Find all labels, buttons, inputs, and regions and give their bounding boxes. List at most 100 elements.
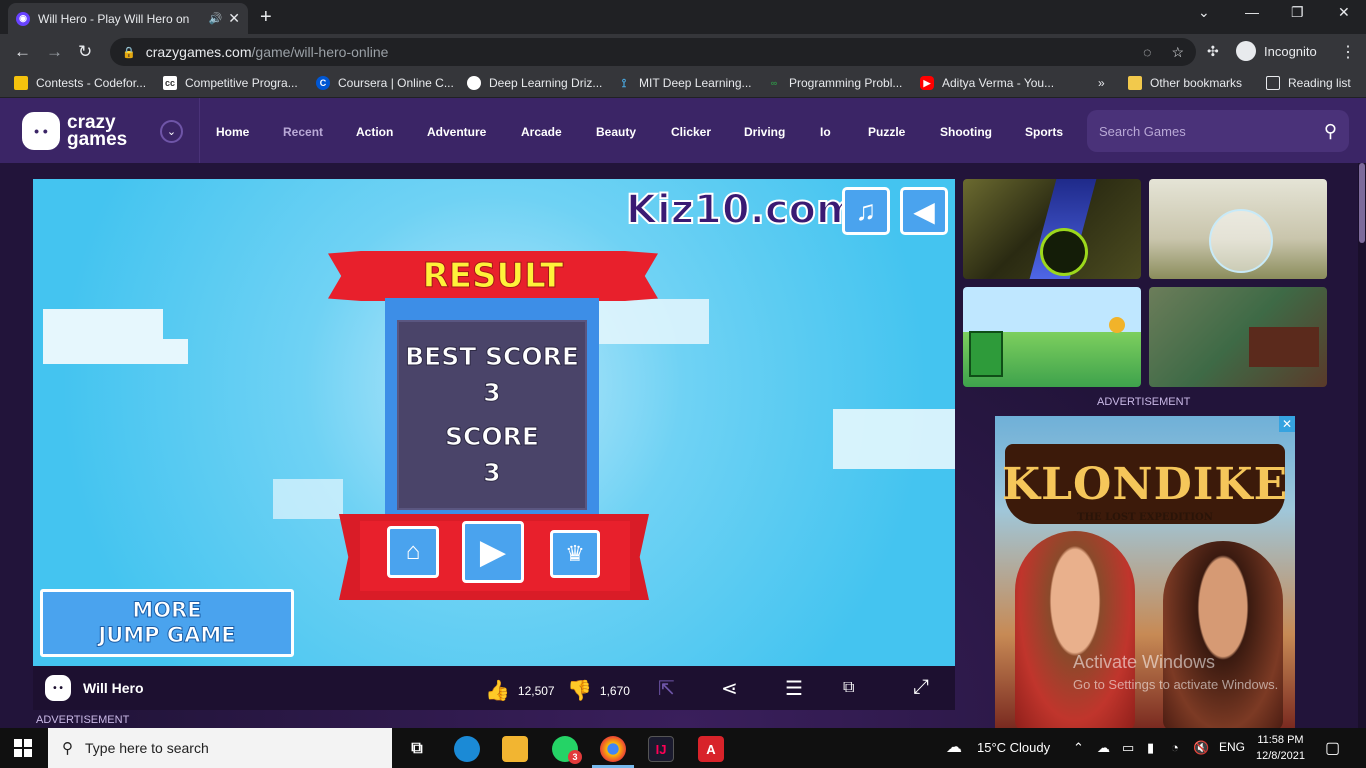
taskbar-search-input[interactable]: ⚲ Type here to search	[48, 728, 392, 768]
bookmark-coursera[interactable]: C Coursera | Online C...	[316, 76, 454, 90]
bookmark-youtube[interactable]: ▶ Aditya Verma - You...	[920, 76, 1054, 90]
bookmark-gfg[interactable]: ∞ Programming Probl...	[767, 76, 903, 90]
bookmark-deep-learning[interactable]: Deep Learning Driz...	[467, 76, 602, 90]
restore-button[interactable]: ❐	[1291, 4, 1304, 21]
nav-beauty[interactable]: Beauty	[596, 125, 636, 139]
file-explorer-icon[interactable]	[502, 736, 528, 762]
other-bookmarks[interactable]: Other bookmarks	[1128, 76, 1242, 90]
star-icon[interactable]: ☆	[1171, 44, 1184, 61]
fullscreen-icon[interactable]: ⤢	[913, 676, 929, 699]
extensions-puzzle-icon[interactable]: ✣	[1207, 43, 1219, 60]
nav-puzzle[interactable]: Puzzle	[868, 125, 905, 139]
header-divider	[199, 98, 200, 163]
like-button[interactable]: 👍 12,507	[485, 678, 555, 703]
tab-search-chevron-icon[interactable]: ⌄	[1198, 4, 1210, 21]
activate-windows-text: Go to Settings to activate Windows.	[1073, 677, 1279, 692]
minimize-button[interactable]: —	[1245, 4, 1259, 20]
close-icon[interactable]: ✕	[228, 10, 240, 27]
chevron-up-icon[interactable]: ⌃	[1073, 740, 1084, 756]
nav-io[interactable]: Io	[820, 125, 831, 139]
incognito-indicator[interactable]: Incognito	[1236, 41, 1317, 61]
bookmark-competitive[interactable]: cc Competitive Progra...	[163, 76, 298, 90]
windows-start-icon[interactable]	[14, 739, 32, 757]
taskbar-search-placeholder: Type here to search	[85, 740, 209, 756]
share-icon[interactable]: ⋖	[721, 676, 738, 701]
chevron-down-icon[interactable]: ⌄	[160, 120, 183, 143]
wifi-icon[interactable]: ◔	[1171, 740, 1179, 755]
reading-list[interactable]: Reading list	[1266, 76, 1351, 90]
cc-icon: cc	[163, 76, 177, 90]
incognito-label: Incognito	[1264, 43, 1317, 59]
nav-home[interactable]: Home	[216, 125, 249, 139]
sound-button[interactable]: ◀	[900, 187, 948, 235]
browser-tab[interactable]: ◉ Will Hero - Play Will Hero on 🔊 ✕	[8, 3, 248, 34]
game-title: Will Hero	[83, 680, 144, 696]
theater-mode-icon[interactable]: ⧉	[843, 679, 854, 697]
nav-recent[interactable]: Recent	[283, 125, 323, 139]
volume-mute-icon[interactable]: 🔇	[1193, 740, 1209, 756]
nav-sports[interactable]: Sports	[1025, 125, 1063, 139]
link-icon[interactable]: ⇱	[658, 676, 675, 701]
game-thumbnail[interactable]	[963, 179, 1141, 279]
music-note-icon: ♫	[855, 195, 877, 226]
search-icon[interactable]: ⚲	[1324, 121, 1337, 142]
chrome-icon[interactable]	[600, 736, 626, 762]
search-input[interactable]: Search Games ⚲	[1087, 110, 1349, 152]
acrobat-icon[interactable]: A	[698, 736, 724, 762]
nav-action[interactable]: Action	[356, 125, 393, 139]
reload-button[interactable]: ↻	[78, 42, 92, 62]
bookmarks-overflow-icon[interactable]: »	[1098, 76, 1105, 90]
home-button[interactable]: ⌂	[387, 526, 439, 578]
game-canvas[interactable]: Kiz10.com ♫ ◀ RESULT BEST SCORE 3 SCORE …	[33, 179, 955, 666]
nav-clicker[interactable]: Clicker	[671, 125, 711, 139]
menu-icon[interactable]: ☰	[785, 676, 803, 701]
device-icon[interactable]: ▭	[1122, 740, 1134, 756]
onedrive-icon[interactable]: ☁	[1097, 740, 1110, 756]
new-tab-button[interactable]: +	[260, 6, 272, 29]
nav-arcade[interactable]: Arcade	[521, 125, 562, 139]
game-thumbnail[interactable]	[963, 287, 1141, 387]
ad-close-icon[interactable]: ✕	[1279, 416, 1295, 432]
back-button[interactable]: ←	[14, 42, 31, 62]
bookmark-codeforces[interactable]: Contests - Codefor...	[14, 76, 146, 90]
more-jump-game-button[interactable]: MORE JUMP GAME	[40, 589, 294, 657]
play-button[interactable]: ▶	[462, 521, 524, 583]
bookmark-label: MIT Deep Learning...	[639, 76, 752, 90]
weather-text[interactable]: 15°C Cloudy	[977, 740, 1050, 755]
forward-button[interactable]: →	[46, 42, 63, 62]
like-count: 12,507	[517, 683, 555, 698]
cloud-weather-icon[interactable]: ☁	[946, 737, 962, 757]
nav-shooting[interactable]: Shooting	[940, 125, 992, 139]
dislike-button[interactable]: 👎 1,670	[567, 678, 630, 703]
crazygames-logo[interactable]: • • crazy games	[22, 112, 127, 150]
whatsapp-icon[interactable]: 3	[552, 736, 582, 764]
nav-driving[interactable]: Driving	[744, 125, 785, 139]
intellij-icon[interactable]: IJ	[648, 736, 674, 762]
leaderboard-button[interactable]: ♛	[550, 530, 600, 578]
battery-icon[interactable]: ▮	[1147, 740, 1154, 756]
game-thumbnail[interactable]	[1149, 287, 1327, 387]
bookmark-mit[interactable]: ⟟ MIT Deep Learning...	[617, 76, 752, 91]
result-title: RESULT	[422, 256, 564, 297]
game-thumbnail[interactable]	[1149, 179, 1327, 279]
address-bar[interactable]: 🔒 crazygames.com/game/will-hero-online ◌…	[110, 38, 1196, 66]
lock-icon[interactable]: 🔒	[122, 46, 136, 59]
music-button[interactable]: ♫	[842, 187, 890, 235]
language-indicator[interactable]: ENG	[1219, 740, 1245, 754]
result-ribbon: RESULT	[328, 251, 658, 301]
page-scrollbar[interactable]	[1358, 163, 1366, 728]
speaker-icon[interactable]: 🔊	[209, 12, 223, 25]
edge-icon[interactable]	[454, 736, 480, 762]
ad-character-man	[1015, 531, 1135, 728]
scrollbar-thumb[interactable]	[1359, 163, 1365, 243]
nav-adventure[interactable]: Adventure	[427, 125, 486, 139]
browser-menu-icon[interactable]: ⋮	[1340, 42, 1356, 62]
close-window-button[interactable]: ✕	[1338, 4, 1350, 21]
system-clock[interactable]: 11:58 PM 12/8/2021	[1256, 732, 1305, 764]
eye-slash-icon[interactable]: ◌	[1143, 44, 1151, 61]
kiz10-logo[interactable]: Kiz10.com	[625, 186, 859, 234]
score-panel: BEST SCORE 3 SCORE 3	[397, 320, 587, 510]
site-header: • • crazy games ⌄ Home Recent Action Adv…	[0, 98, 1366, 163]
notification-icon[interactable]: ▢	[1325, 738, 1340, 758]
task-view-icon[interactable]: ⧉	[404, 736, 430, 762]
